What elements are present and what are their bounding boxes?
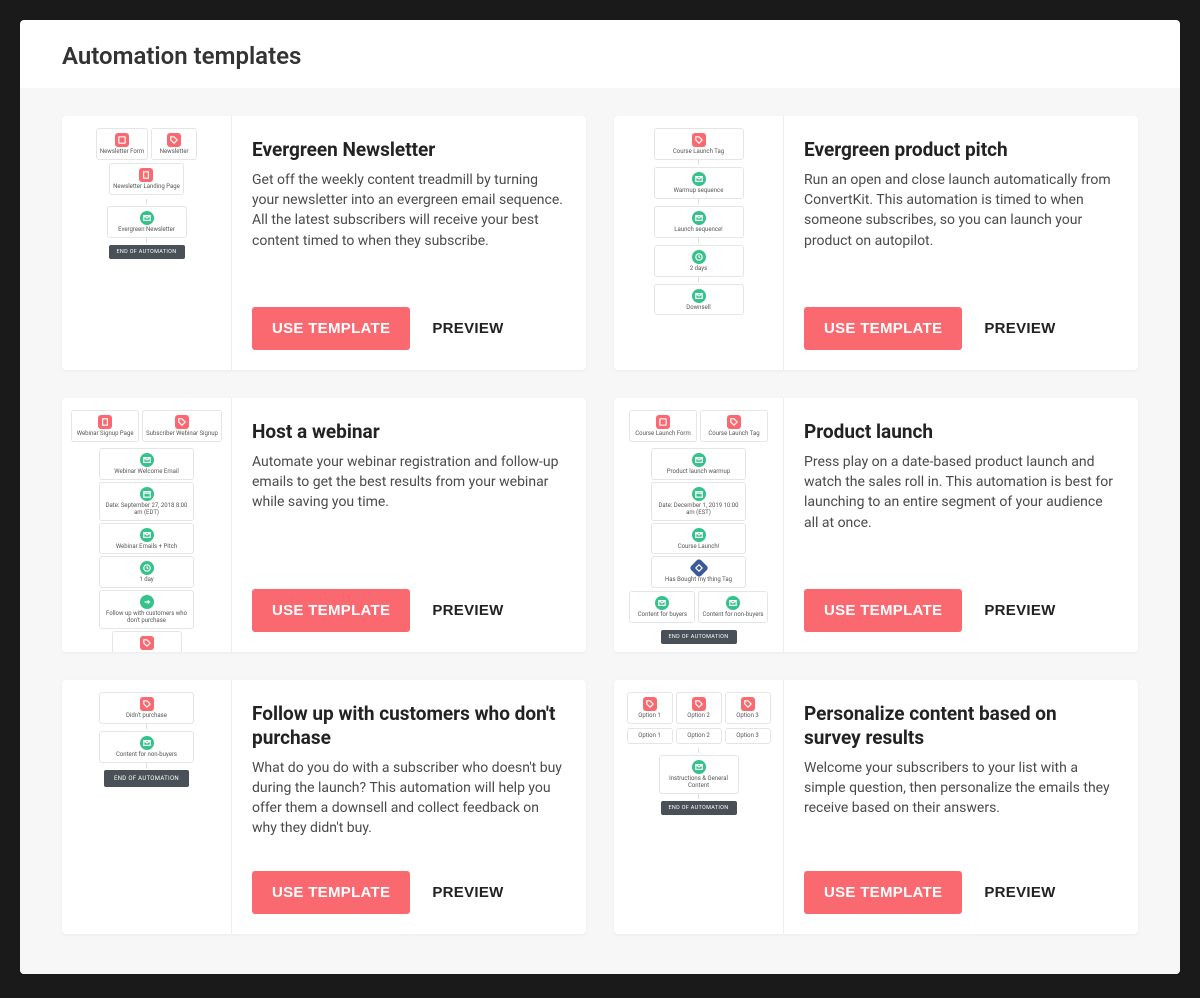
template-description: What do you do with a subscriber who doe… xyxy=(252,758,566,839)
preview-button[interactable]: PREVIEW xyxy=(984,320,1055,337)
tag-icon xyxy=(140,697,154,711)
template-thumbnail: Option 1 Option 2 Option 3 Option 1 Opti… xyxy=(614,680,784,934)
calendar-icon xyxy=(140,487,154,501)
arrow-icon xyxy=(140,595,154,609)
template-thumbnail: Course Launch Tag Warmup sequence Launch… xyxy=(614,116,784,370)
tag-icon xyxy=(741,697,755,711)
template-description: Welcome your subscribers to your list wi… xyxy=(804,758,1118,819)
modal-header: Automation templates xyxy=(20,20,1180,88)
condition-icon xyxy=(689,559,709,579)
preview-button[interactable]: PREVIEW xyxy=(432,602,503,619)
mail-icon xyxy=(655,596,669,610)
template-thumbnail: Webinar Signup Page Subscriber Webinar S… xyxy=(62,398,232,652)
template-thumbnail: Didn't purchase Content for non-buyers E… xyxy=(62,680,232,934)
end-badge: END OF AUTOMATION xyxy=(661,801,737,815)
template-title: Host a webinar xyxy=(252,420,566,444)
mail-icon xyxy=(140,736,154,750)
page-icon xyxy=(139,168,153,182)
use-template-button[interactable]: USE TEMPLATE xyxy=(804,871,962,914)
template-card-evergreen-newsletter: Newsletter Form Newsletter Newsletter La… xyxy=(62,116,586,370)
clock-icon xyxy=(692,250,706,264)
form-icon xyxy=(115,133,129,147)
tag-icon xyxy=(643,697,657,711)
end-badge: END OF AUTOMATION xyxy=(661,630,737,644)
clock-icon xyxy=(140,561,154,575)
mail-icon xyxy=(140,453,154,467)
tag-icon xyxy=(140,636,154,650)
template-thumbnail: Newsletter Form Newsletter Newsletter La… xyxy=(62,116,232,370)
mail-icon xyxy=(692,453,706,467)
end-badge: END OF AUTOMATION xyxy=(109,245,185,259)
template-title: Evergreen Newsletter xyxy=(252,138,566,162)
template-title: Evergreen product pitch xyxy=(804,138,1118,162)
template-card-evergreen-product-pitch: Course Launch Tag Warmup sequence Launch… xyxy=(614,116,1138,370)
template-description: Press play on a date-based product launc… xyxy=(804,452,1118,533)
preview-button[interactable]: PREVIEW xyxy=(432,320,503,337)
tag-icon xyxy=(727,415,741,429)
page-icon xyxy=(98,415,112,429)
template-card-personalize-survey: Option 1 Option 2 Option 3 Option 1 Opti… xyxy=(614,680,1138,934)
use-template-button[interactable]: USE TEMPLATE xyxy=(252,871,410,914)
mail-icon xyxy=(140,528,154,542)
template-card-follow-up-non-purchase: Didn't purchase Content for non-buyers E… xyxy=(62,680,586,934)
mail-icon xyxy=(692,172,706,186)
use-template-button[interactable]: USE TEMPLATE xyxy=(252,307,410,350)
mail-icon xyxy=(692,211,706,225)
mail-icon xyxy=(692,289,706,303)
end-badge: END OF AUTOMATION xyxy=(104,770,189,787)
template-title: Personalize content based on survey resu… xyxy=(804,702,1118,750)
templates-modal: Automation templates Newsletter Form New… xyxy=(20,20,1180,974)
page-title: Automation templates xyxy=(62,42,1138,70)
mail-icon xyxy=(726,596,740,610)
use-template-button[interactable]: USE TEMPLATE xyxy=(804,307,962,350)
tag-icon xyxy=(167,133,181,147)
preview-button[interactable]: PREVIEW xyxy=(432,884,503,901)
mail-icon xyxy=(692,528,706,542)
tag-icon xyxy=(692,697,706,711)
templates-grid: Newsletter Form Newsletter Newsletter La… xyxy=(20,88,1180,974)
template-title: Follow up with customers who don't purch… xyxy=(252,702,566,750)
use-template-button[interactable]: USE TEMPLATE xyxy=(252,589,410,632)
preview-button[interactable]: PREVIEW xyxy=(984,602,1055,619)
form-icon xyxy=(656,415,670,429)
calendar-icon xyxy=(692,487,706,501)
template-description: Automate your webinar registration and f… xyxy=(252,452,566,513)
template-thumbnail: Course Launch Form Course Launch Tag Pro… xyxy=(614,398,784,652)
tag-icon xyxy=(175,415,189,429)
mail-icon xyxy=(692,760,706,774)
template-title: Product launch xyxy=(804,420,1118,444)
tag-icon xyxy=(692,133,706,147)
mail-icon xyxy=(140,211,154,225)
preview-button[interactable]: PREVIEW xyxy=(984,884,1055,901)
template-card-host-a-webinar: Webinar Signup Page Subscriber Webinar S… xyxy=(62,398,586,652)
template-description: Run an open and close launch automatical… xyxy=(804,170,1118,251)
use-template-button[interactable]: USE TEMPLATE xyxy=(804,589,962,632)
template-card-product-launch: Course Launch Form Course Launch Tag Pro… xyxy=(614,398,1138,652)
template-description: Get off the weekly content treadmill by … xyxy=(252,170,566,251)
